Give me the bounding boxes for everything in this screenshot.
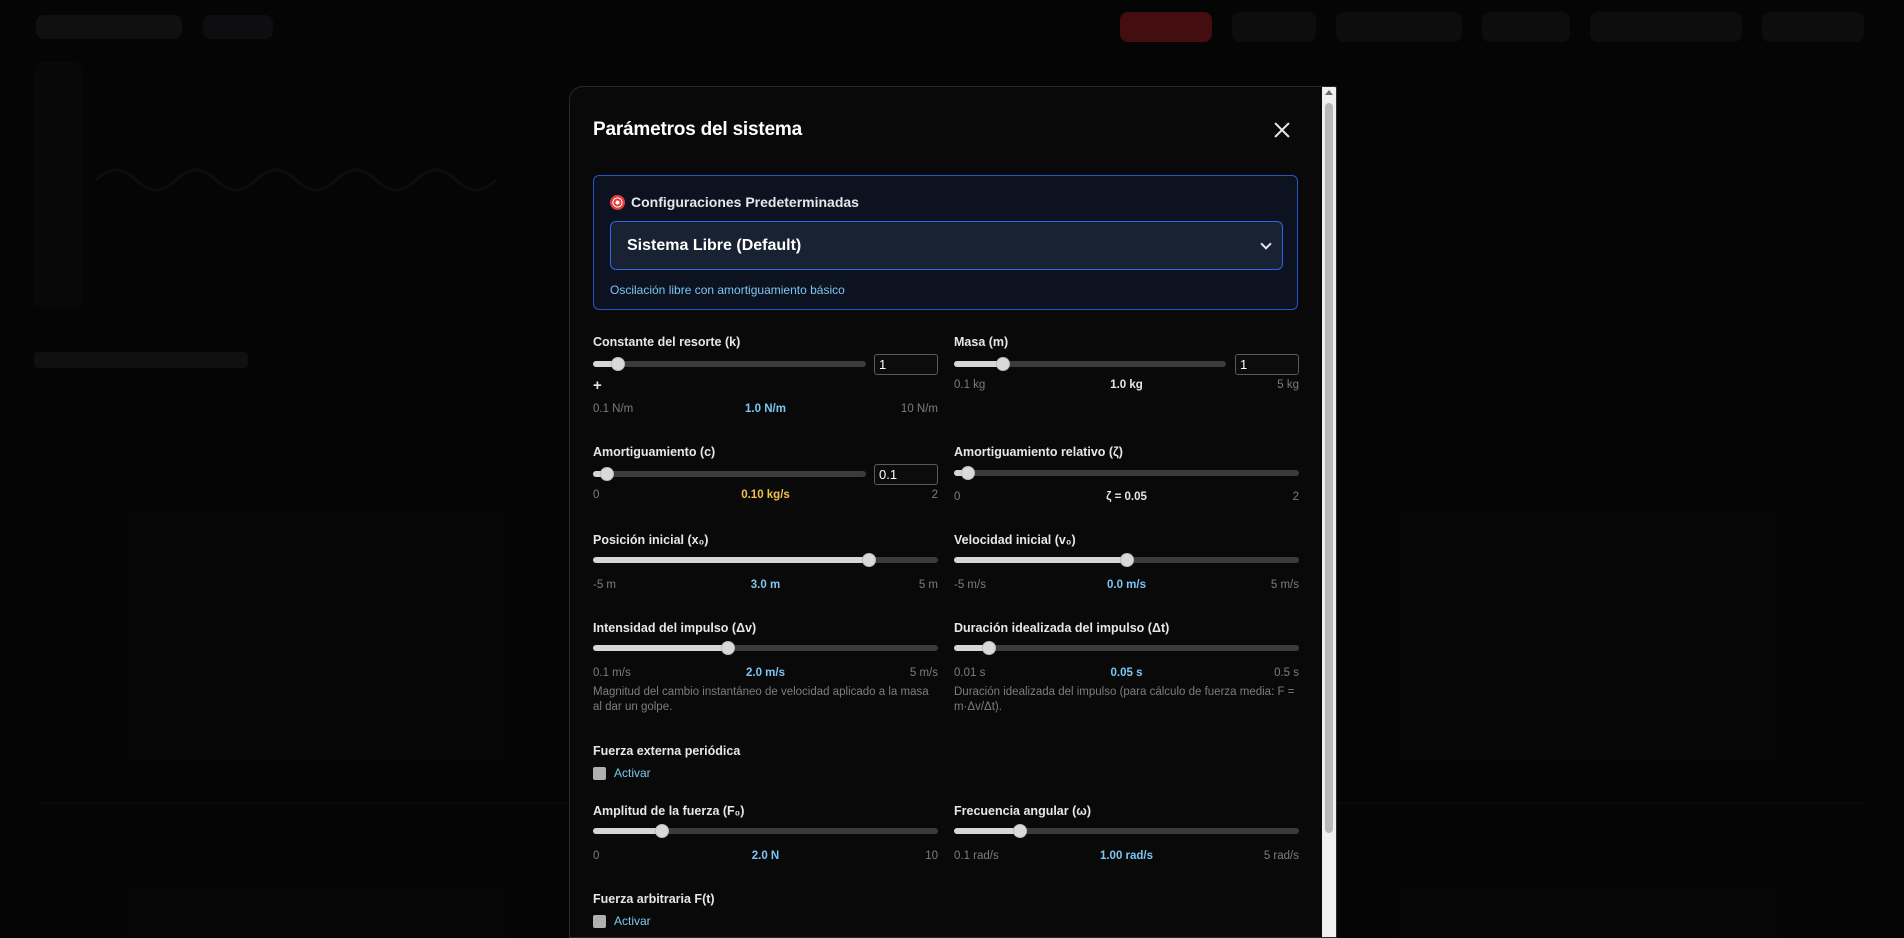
dv-value: 2.0 m/s	[746, 667, 785, 679]
slider-thumb[interactable]	[1119, 553, 1134, 567]
zeta-value: ζ = 0.05	[1106, 491, 1147, 503]
dv-max: 5 m/s	[909, 667, 938, 679]
presets-title-label: Configuraciones Predeterminadas	[631, 194, 859, 210]
dt-help: Duración idealizada del impulso (para cá…	[954, 686, 1295, 713]
x0-slider[interactable]	[593, 553, 938, 567]
c-slider[interactable]	[593, 467, 866, 481]
k-value: 1.0 N/m	[745, 403, 786, 415]
v0-max: 5 m/s	[1270, 579, 1299, 591]
slider-thumb[interactable]	[720, 641, 735, 655]
field-label: Intensidad del impulso (Δv)	[593, 621, 757, 635]
x0-value: 3.0 m	[750, 579, 781, 591]
presets-panel: Configuraciones Predeterminadas Sistema …	[593, 175, 1298, 310]
chevron-down-icon	[1260, 238, 1272, 250]
field-label: Velocidad inicial (v₀)	[954, 533, 1076, 547]
field-label: Duración idealizada del impulso (Δt)	[954, 621, 1170, 635]
v0-value: 0.0 m/s	[1107, 579, 1146, 591]
omega-max: 5 rad/s	[1263, 850, 1299, 862]
f0-value: 2.0 N	[751, 850, 780, 862]
periodic-force-toggle[interactable]: Activar	[593, 766, 651, 780]
plus-sign: +	[593, 377, 602, 394]
close-icon[interactable]	[1270, 118, 1294, 142]
slider-thumb[interactable]	[599, 467, 614, 481]
slider-thumb[interactable]	[655, 824, 669, 838]
checkbox-label: Activar	[614, 914, 651, 928]
dt-slider[interactable]	[954, 641, 1299, 655]
c-input[interactable]: 0.1	[874, 464, 938, 485]
arbitrary-force-checkbox[interactable]	[593, 914, 606, 928]
dt-max: 0.5 s	[1274, 667, 1299, 679]
k-slider[interactable]	[593, 357, 866, 371]
field-label: Fuerza arbitraria F(t)	[593, 892, 715, 906]
parameters-modal: Parámetros del sistema Configuraciones P…	[569, 86, 1337, 938]
m-max: 5 kg	[1277, 379, 1299, 391]
preset-description: Oscilación libre con amortiguamiento bás…	[610, 283, 845, 297]
arbitrary-force-toggle[interactable]: Activar	[593, 914, 651, 928]
field-label: Frecuencia angular (ω)	[954, 804, 1091, 818]
dv-slider[interactable]	[593, 641, 938, 655]
zeta-slider[interactable]	[954, 466, 1299, 480]
field-label: Amortiguamiento relativo (ζ)	[954, 445, 1123, 459]
v0-slider[interactable]	[954, 553, 1299, 567]
f0-max: 10	[925, 850, 938, 862]
slider-thumb[interactable]	[960, 466, 975, 480]
zeta-max: 2	[1292, 491, 1299, 503]
scrollbar-thumb[interactable]	[1325, 103, 1333, 833]
target-icon	[610, 194, 625, 210]
slider-thumb[interactable]	[610, 357, 625, 371]
m-value: 1.0 kg	[1110, 379, 1143, 391]
field-label: Masa (m)	[954, 335, 1009, 349]
x0-max: 5 m	[918, 579, 938, 591]
m-input[interactable]: 1	[1235, 354, 1299, 375]
modal-title: Parámetros del sistema	[593, 119, 802, 140]
omega-slider[interactable]	[954, 824, 1299, 838]
preset-select-value: Sistema Libre (Default)	[627, 236, 802, 254]
preset-select[interactable]: Sistema Libre (Default)	[610, 221, 1283, 270]
k-max: 10 N/m	[900, 403, 938, 415]
field-label: Amortiguamiento (c)	[593, 445, 716, 459]
presets-title: Configuraciones Predeterminadas	[610, 194, 859, 210]
slider-thumb[interactable]	[995, 357, 1010, 371]
slider-thumb[interactable]	[862, 553, 876, 567]
modal-scrollbar[interactable]	[1322, 87, 1336, 937]
slider-thumb[interactable]	[981, 641, 996, 655]
f0-slider[interactable]	[593, 824, 938, 838]
slider-thumb[interactable]	[1012, 824, 1027, 838]
c-max: 2	[931, 489, 938, 501]
k-input[interactable]: 1	[874, 354, 938, 375]
c-value: 0.10 kg/s	[741, 489, 790, 501]
periodic-force-checkbox[interactable]	[593, 766, 606, 780]
m-slider[interactable]	[954, 357, 1226, 371]
field-label: Amplitud de la fuerza (F₀)	[593, 804, 745, 818]
field-label: Posición inicial (x₀)	[593, 533, 709, 547]
dt-value: 0.05 s	[1110, 667, 1143, 679]
field-label: Constante del resorte (k)	[593, 335, 741, 349]
checkbox-label: Activar	[614, 766, 651, 780]
scroll-up-arrow-icon[interactable]	[1325, 90, 1333, 95]
field-label: Fuerza externa periódica	[593, 744, 741, 758]
omega-value: 1.00 rad/s	[1099, 850, 1154, 862]
dv-help: Magnitud del cambio instantáneo de veloc…	[593, 686, 929, 713]
